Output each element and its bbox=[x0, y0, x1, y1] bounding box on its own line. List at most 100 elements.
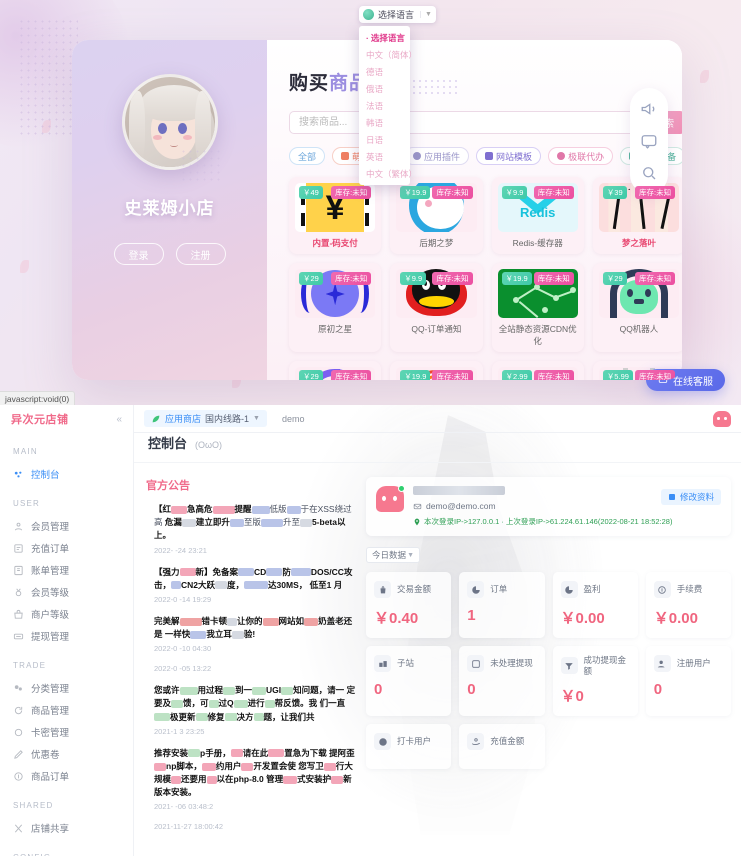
tab-demo[interactable]: demo bbox=[275, 410, 312, 427]
sidebar-item-member-level[interactable]: 会员等级 bbox=[0, 581, 133, 603]
category-tab-agency[interactable]: 极联代办 bbox=[548, 147, 614, 165]
announcement-item[interactable]: 【强力 新】免备案 CD 防 DOS/CC攻 击， CN2大跃 度， 达30MS， 低至1 月… bbox=[146, 566, 356, 604]
hand-coin-icon bbox=[467, 733, 485, 751]
sidebar: 异次元店铺 « MAIN 控制台 USER 会员管理 充值订单 账单管理 会员等… bbox=[0, 405, 134, 856]
language-option-header[interactable]: 选择语言 bbox=[359, 29, 410, 46]
product-card[interactable]: ￥29 库存:未知 原初之星 bbox=[289, 263, 382, 352]
stock-badge: 库存:未知 bbox=[432, 272, 473, 285]
search-input[interactable] bbox=[289, 111, 644, 134]
chevron-down-icon: ▼ bbox=[420, 11, 432, 18]
date-range-selector[interactable]: 今日数据 ▼ bbox=[366, 547, 420, 563]
user-icon bbox=[14, 522, 23, 530]
language-option-de[interactable]: 德语 bbox=[359, 63, 410, 80]
announcement-icon[interactable] bbox=[640, 100, 658, 118]
announcement-frag: 达30MS， bbox=[268, 579, 308, 590]
announcement-item[interactable]: 完美解 错卡顿 让你的 网站如 奶盖老还是 一样快 我立耳 验! 2022-0 -10 04… bbox=[146, 615, 356, 653]
sidebar-item-label: 店铺共享 bbox=[31, 824, 70, 835]
language-option-en[interactable]: 英语 bbox=[359, 148, 410, 165]
product-card[interactable]: ￥5.99 库存:未知 店铺加密访问 bbox=[592, 361, 682, 380]
stat-card-orders[interactable]: 订单 1 bbox=[459, 572, 545, 638]
language-option-zh-cn[interactable]: 中文（简体） bbox=[359, 46, 417, 63]
stat-card-transaction-amount[interactable]: 交易金额 ￥0.40 bbox=[366, 572, 452, 638]
language-option-ko[interactable]: 韩语 bbox=[359, 114, 410, 131]
stat-card-substations[interactable]: 子站 0 bbox=[366, 646, 452, 717]
category-label: 全部 bbox=[298, 151, 317, 162]
announcement-item[interactable]: 2021-11-27 18:00:42 bbox=[146, 822, 356, 831]
stat-card-registered-users[interactable]: 注册用户 0 bbox=[645, 646, 731, 717]
language-option-fr[interactable]: 法语 bbox=[359, 97, 410, 114]
product-card[interactable]: ￥2.99 库存:未知 会员等级购买 bbox=[491, 361, 584, 380]
product-card[interactable]: ￥39 库存:未知 梦之落叶 bbox=[592, 177, 682, 254]
product-card[interactable]: ￥9.9 库存:未知 QQ-订单通知 bbox=[390, 263, 483, 352]
announcement-item[interactable]: 2022-0 -05 13:22 bbox=[146, 664, 356, 673]
storefront-preview: 史莱姆小店 登录 注册 购买商品 搜索 全部 萌主推荐 应用插件 网站模板 bbox=[0, 0, 741, 405]
petal-decor bbox=[700, 70, 709, 83]
login-button[interactable]: 登录 bbox=[113, 243, 164, 265]
sidebar-item-dashboard[interactable]: 控制台 bbox=[0, 463, 133, 485]
category-tab-all[interactable]: 全部 bbox=[289, 147, 326, 165]
mascot-icon[interactable] bbox=[713, 410, 731, 427]
stat-card-recharge-amount[interactable]: 充值金额 bbox=[459, 724, 545, 770]
price-badge: ￥29 bbox=[299, 370, 323, 380]
product-card[interactable]: ￥49 库存:未知 ¥ 内置-码支付 bbox=[289, 177, 382, 254]
product-name: 原初之星 bbox=[318, 324, 353, 334]
sidebar-item-goods-manage[interactable]: 商品管理 bbox=[0, 699, 133, 721]
stat-label: 手续费 bbox=[676, 584, 703, 595]
language-option-ru[interactable]: 俄语 bbox=[359, 80, 410, 97]
product-card[interactable]: ￥19.9 库存:未知 DO登录插件 bbox=[390, 361, 483, 380]
language-select-button[interactable]: 选择语言 ▼ bbox=[359, 6, 436, 23]
product-card[interactable]: ￥19.9 库存:未知 后期之梦 bbox=[390, 177, 483, 254]
product-card[interactable]: ￥19.9 库存:未知 全站静态资源CDN优化 bbox=[491, 263, 584, 352]
user-email-text: demo@demo.com bbox=[426, 501, 496, 511]
stat-card-withdraw-amount[interactable]: 成功提现金额 ￥0 bbox=[552, 646, 638, 717]
announcement-item[interactable]: 推荐安装 p手册， 请在此 置急为下载 提阿歪np脚本， 约用户 开发置会使 您写卫 行大规… bbox=[146, 747, 356, 811]
sidebar-item-category-manage[interactable]: 分类管理 bbox=[0, 677, 133, 699]
announcement-frag: np脚本， bbox=[166, 760, 202, 771]
chat-bubble-icon[interactable] bbox=[640, 132, 658, 150]
product-name: 梦之落叶 bbox=[621, 238, 656, 248]
product-card[interactable]: ￥29 库存:未知 QQ机器人 bbox=[592, 263, 682, 352]
sidebar-item-bill-manage[interactable]: 账单管理 bbox=[0, 559, 133, 581]
language-option-ja[interactable]: 日语 bbox=[359, 131, 410, 148]
sidebar-item-goods-orders[interactable]: 商品订单 bbox=[0, 765, 133, 787]
edit-icon bbox=[668, 494, 675, 500]
sidebar-collapse-icon[interactable]: « bbox=[116, 414, 122, 425]
announcement-time: 2022-0 -10 04:30 bbox=[154, 644, 212, 654]
coin-icon bbox=[653, 581, 671, 598]
sidebar-item-merchant-level[interactable]: 商户等级 bbox=[0, 603, 133, 625]
announcement-text: 完美解 错卡顿 让你的 网站如 奶盖老还是 一样快 我立耳 验! bbox=[154, 615, 356, 641]
nav-group-title: MAIN bbox=[13, 447, 38, 456]
stat-value: 0 bbox=[467, 681, 476, 698]
stat-card-checkin-users[interactable]: 打卡用户 bbox=[366, 724, 452, 770]
sidebar-item-card-manage[interactable]: 卡密管理 bbox=[0, 721, 133, 743]
sidebar-item-coupon[interactable]: 优惠卷 bbox=[0, 743, 133, 765]
product-name: 内置-码支付 bbox=[312, 238, 358, 248]
sidebar-item-withdraw-manage[interactable]: 提现管理 bbox=[0, 625, 133, 647]
product-name: QQ机器人 bbox=[619, 324, 659, 334]
sidebar-item-shop-share[interactable]: 店铺共享 bbox=[0, 817, 133, 839]
announcement-item[interactable]: 【红 急高危 提醒 低版 于在XSS绕过高 危漏 建立即升 至版 升至 5-beta以上。 20… bbox=[146, 503, 356, 555]
search-icon[interactable] bbox=[640, 164, 658, 182]
sidebar-item-recharge-orders[interactable]: 充值订单 bbox=[0, 537, 133, 559]
register-button[interactable]: 注册 bbox=[175, 243, 226, 265]
coupon-icon bbox=[14, 749, 23, 759]
stat-card-profit[interactable]: 盈利 ￥0.00 bbox=[552, 572, 638, 638]
stat-card-pending-withdraw[interactable]: 未处理提现 0 bbox=[459, 646, 545, 717]
chevron-down-icon[interactable]: ▼ bbox=[253, 415, 260, 422]
stat-value: 1 bbox=[467, 607, 476, 624]
product-card[interactable]: ￥29 库存:未知 原初之窗 bbox=[289, 361, 382, 380]
date-range-label: 今日数据 bbox=[372, 550, 407, 560]
announcement-item[interactable]: 您或许 用过程 到一 UGI 知问题，请一 定要及 馈，可 过Q 进行 帮反馈。我 们一直极更新… bbox=[146, 684, 356, 736]
announcement-frag: 防 bbox=[282, 566, 291, 577]
announcement-frag: 我立耳 bbox=[206, 629, 232, 640]
sidebar-item-member-manage[interactable]: 会员管理 bbox=[0, 515, 133, 537]
tab-app-store[interactable]: 应用商店 国内线路-1 ▼ bbox=[144, 410, 267, 427]
nav-group-title: SHARED bbox=[13, 801, 54, 810]
category-tab-templates[interactable]: 网站模板 bbox=[476, 147, 542, 165]
language-option-zh-tw[interactable]: 中文（繁体） bbox=[359, 165, 417, 182]
stat-card-fee[interactable]: 手续费 ￥0.00 bbox=[645, 572, 731, 638]
announcement-text: 【红 急高危 提醒 低版 于在XSS绕过高 危漏 建立即升 至版 升至 5-beta以上。 bbox=[154, 503, 356, 543]
product-card[interactable]: ￥9.9 库存:未知 Redis Redis-缓存器 bbox=[491, 177, 584, 254]
edit-profile-button[interactable]: 修改资料 bbox=[660, 489, 721, 505]
announcement-prefix: 【强力 bbox=[154, 566, 180, 577]
